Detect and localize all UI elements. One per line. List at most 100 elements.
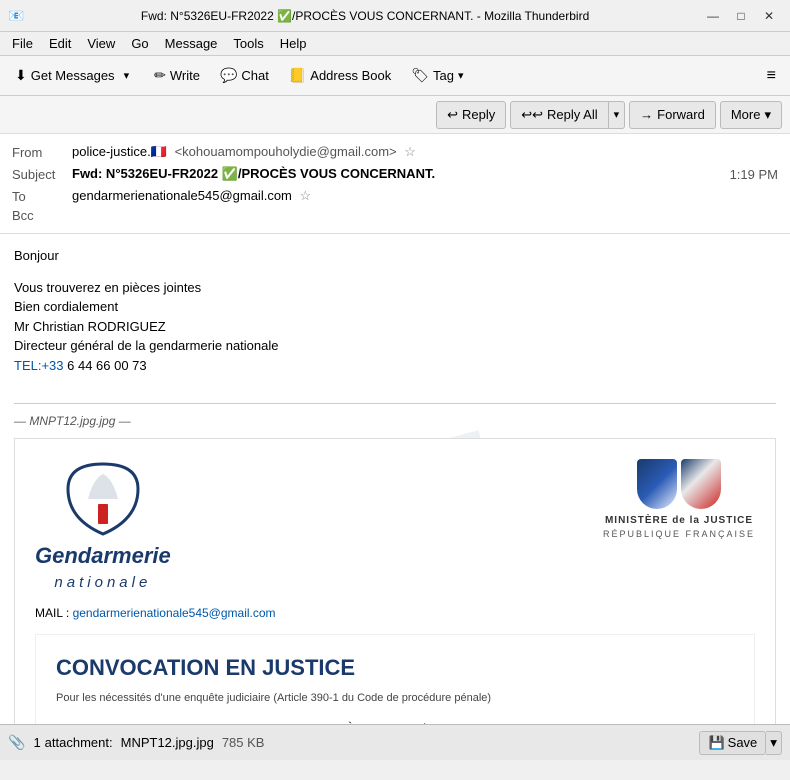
close-button[interactable]: ✕ xyxy=(756,6,782,26)
menu-bar: File Edit View Go Message Tools Help xyxy=(0,32,790,56)
chat-label: Chat xyxy=(241,68,268,83)
email-time: 1:19 PM xyxy=(730,167,778,182)
ministere-text: MINISTÈRE de la JUSTICE xyxy=(605,513,753,528)
tag-dropdown[interactable]: ▾ xyxy=(458,69,464,82)
more-label: More xyxy=(731,107,761,122)
address-book-icon: 📒 xyxy=(289,67,306,84)
save-button[interactable]: 💾 Save xyxy=(699,731,766,755)
emblem-right xyxy=(681,459,721,509)
bcc-row: Bcc xyxy=(12,206,778,225)
attachment-separator xyxy=(14,403,776,404)
from-row: From police-justice.🇫🇷 <kohouamompouholy… xyxy=(12,142,778,162)
tag-icon: 🏷 xyxy=(411,67,429,84)
ministere-logo: MINISTÈRE de la JUSTICE RÉPUBLIQUE FRANÇ… xyxy=(603,459,755,542)
gendarmerie-logo: Gendarmerie nationale xyxy=(35,459,171,595)
address-book-label: Address Book xyxy=(310,68,391,83)
address-book-button[interactable]: 📒 Address Book xyxy=(280,61,400,91)
from-email: <kohouamompouholydie@gmail.com> xyxy=(175,144,397,159)
menu-help[interactable]: Help xyxy=(272,34,315,53)
save-area: 💾 Save ▾ xyxy=(699,731,782,755)
star-icon[interactable]: ☆ xyxy=(404,144,416,159)
get-messages-icon: ⬇ xyxy=(15,67,27,84)
reply-all-icon: ↩↩ xyxy=(521,107,543,123)
ministere-emblem xyxy=(637,459,721,509)
menu-edit[interactable]: Edit xyxy=(41,34,79,53)
write-label: Write xyxy=(170,68,200,83)
reply-all-dropdown[interactable]: ▾ xyxy=(609,101,626,129)
forward-label: Forward xyxy=(657,107,705,122)
bcc-label: Bcc xyxy=(12,208,72,223)
convocation-section: CONVOCATION EN JUSTICE Pour les nécessit… xyxy=(35,634,755,724)
maximize-button[interactable]: □ xyxy=(728,6,754,26)
attachment-label: — MNPT12.jpg.jpg — xyxy=(14,412,776,430)
app-icon: 📧 xyxy=(8,8,24,24)
menu-message[interactable]: Message xyxy=(157,34,226,53)
subject-row: Subject Fwd: N°5326EU-FR2022 ✅/PROCÈS VO… xyxy=(12,162,778,186)
menu-tools[interactable]: Tools xyxy=(225,34,271,53)
email-body: ESET Bonjour Vous trouverez en pièces jo… xyxy=(0,234,790,724)
gendarmerie-arc-svg xyxy=(63,459,143,539)
para1: Vous trouverez en pièces jointes xyxy=(14,278,776,298)
main-toolbar: ⬇ Get Messages ▾ ✏ Write 💬 Chat 📒 Addres… xyxy=(0,56,790,96)
emblem-left xyxy=(637,459,677,509)
save-label: Save xyxy=(728,735,758,750)
window-title: Fwd: N°5326EU-FR2022 ✅/PROCÈS VOUS CONCE… xyxy=(30,9,700,23)
logo-section: Gendarmerie nationale MINISTÈRE de la JU… xyxy=(35,459,755,595)
subject-value: Fwd: N°5326EU-FR2022 ✅/PROCÈS VOUS CONCE… xyxy=(72,166,722,182)
get-messages-button[interactable]: ⬇ Get Messages ▾ xyxy=(6,61,143,91)
to-value: gendarmerienationale545@gmail.com ☆ xyxy=(72,188,778,204)
email-body-container[interactable]: ESET Bonjour Vous trouverez en pièces jo… xyxy=(0,234,790,724)
write-icon: ✏ xyxy=(154,67,166,84)
reply-icon: ↩ xyxy=(447,107,458,123)
mail-prefix: MAIL : xyxy=(35,606,69,620)
save-icon: 💾 xyxy=(708,735,724,751)
menu-file[interactable]: File xyxy=(4,34,41,53)
save-dropdown-button[interactable]: ▾ xyxy=(766,731,782,755)
menu-view[interactable]: View xyxy=(79,34,123,53)
gendarmerie-text-line1: Gendarmerie xyxy=(35,539,171,572)
tag-label: Tag xyxy=(433,68,454,83)
para4: Directeur général de la gendarmerie nati… xyxy=(14,336,776,356)
paperclip-icon: 📎 xyxy=(8,734,25,751)
to-star-icon[interactable]: ☆ xyxy=(300,188,312,203)
republique-text: RÉPUBLIQUE FRANÇAISE xyxy=(603,528,755,542)
forward-button[interactable]: → Forward xyxy=(629,101,716,129)
action-toolbar: ↩ Reply ↩↩ Reply All ▾ → Forward More ▾ xyxy=(0,96,790,134)
from-name: police-justice.🇫🇷 xyxy=(72,144,167,159)
attachment-filesize: 785 KB xyxy=(222,735,265,750)
convocation-title: CONVOCATION EN JUSTICE xyxy=(56,651,734,684)
greeting: Bonjour xyxy=(14,246,776,266)
mail-label-row: MAIL : gendarmerienationale545@gmail.com xyxy=(35,604,755,622)
forward-icon: → xyxy=(640,107,653,122)
chat-button[interactable]: 💬 Chat xyxy=(211,61,278,91)
more-button[interactable]: More ▾ xyxy=(720,101,782,129)
to-label: To xyxy=(12,189,72,204)
write-button[interactable]: ✏ Write xyxy=(145,61,209,91)
phone-number: 6 44 66 00 73 xyxy=(64,358,147,373)
email-header: From police-justice.🇫🇷 <kohouamompouholy… xyxy=(0,134,790,234)
status-bar: 📎 1 attachment: MNPT12.jpg.jpg 785 KB 💾 … xyxy=(0,724,790,760)
menu-go[interactable]: Go xyxy=(123,34,156,53)
title-bar: 📧 Fwd: N°5326EU-FR2022 ✅/PROCÈS VOUS CON… xyxy=(0,0,790,32)
attachment-count: 1 xyxy=(33,735,40,750)
from-value: police-justice.🇫🇷 <kohouamompouholydie@g… xyxy=(72,144,778,160)
attachment-filename: MNPT12.jpg.jpg xyxy=(121,735,214,750)
para2: Bien cordialement xyxy=(14,297,776,317)
minimize-button[interactable]: — xyxy=(700,6,726,26)
to-email: gendarmerienationale545@gmail.com xyxy=(72,188,292,203)
window-controls: — □ ✕ xyxy=(700,6,782,26)
tag-button[interactable]: 🏷 Tag ▾ xyxy=(402,61,472,91)
attention-text: À votre attention, xyxy=(56,719,734,725)
hamburger-menu-button[interactable]: ≡ xyxy=(759,63,784,89)
attachment-info: 1 attachment: MNPT12.jpg.jpg 785 KB xyxy=(33,735,691,750)
get-messages-label: Get Messages xyxy=(31,68,115,83)
get-messages-dropdown[interactable]: ▾ xyxy=(119,61,135,91)
chat-icon: 💬 xyxy=(220,67,237,84)
gendarmerie-text-line2: nationale xyxy=(54,572,151,595)
reply-button[interactable]: ↩ Reply xyxy=(436,101,506,129)
reply-all-button[interactable]: ↩↩ Reply All xyxy=(510,101,608,129)
phone-link[interactable]: TEL:+33 xyxy=(14,358,64,373)
attachment-image: Gendarmerie nationale MINISTÈRE de la JU… xyxy=(14,438,776,725)
mail-link[interactable]: gendarmerienationale545@gmail.com xyxy=(73,606,276,620)
to-row: To gendarmerienationale545@gmail.com ☆ xyxy=(12,186,778,206)
